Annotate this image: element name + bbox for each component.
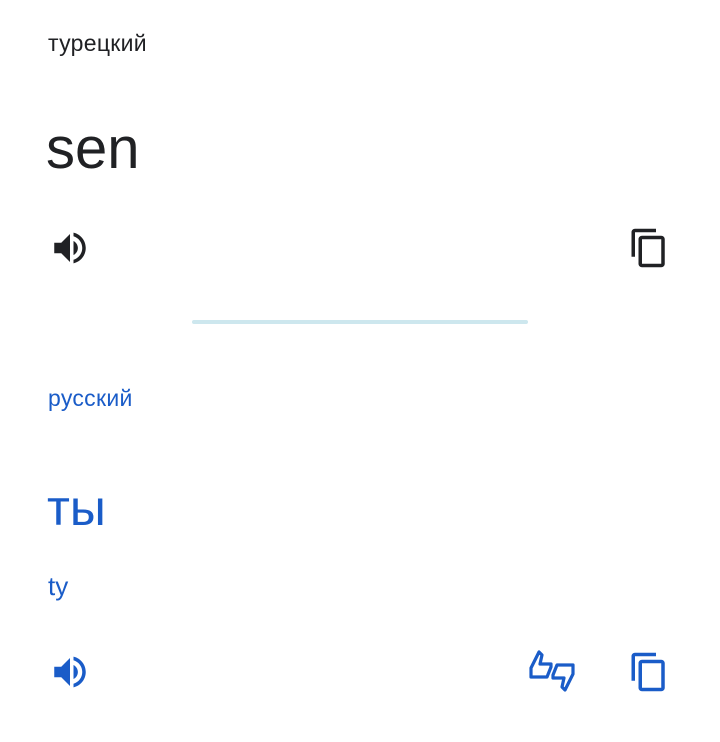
speaker-icon	[49, 651, 91, 693]
source-text: sen	[46, 116, 140, 181]
speaker-icon	[49, 227, 91, 269]
source-copy-button[interactable]	[625, 224, 673, 272]
thumbs-feedback-icon	[527, 647, 577, 697]
source-language-label: турецкий	[48, 30, 147, 56]
target-listen-button[interactable]	[46, 648, 94, 696]
translation-text: ты	[47, 480, 106, 536]
target-copy-button[interactable]	[625, 648, 673, 696]
copy-icon	[628, 651, 670, 693]
source-listen-button[interactable]	[46, 224, 94, 272]
target-language-label: русский	[48, 385, 133, 411]
copy-icon	[628, 227, 670, 269]
rate-translation-button[interactable]	[528, 648, 576, 696]
transliteration-text: ty	[48, 571, 69, 601]
panel-divider	[192, 320, 528, 324]
